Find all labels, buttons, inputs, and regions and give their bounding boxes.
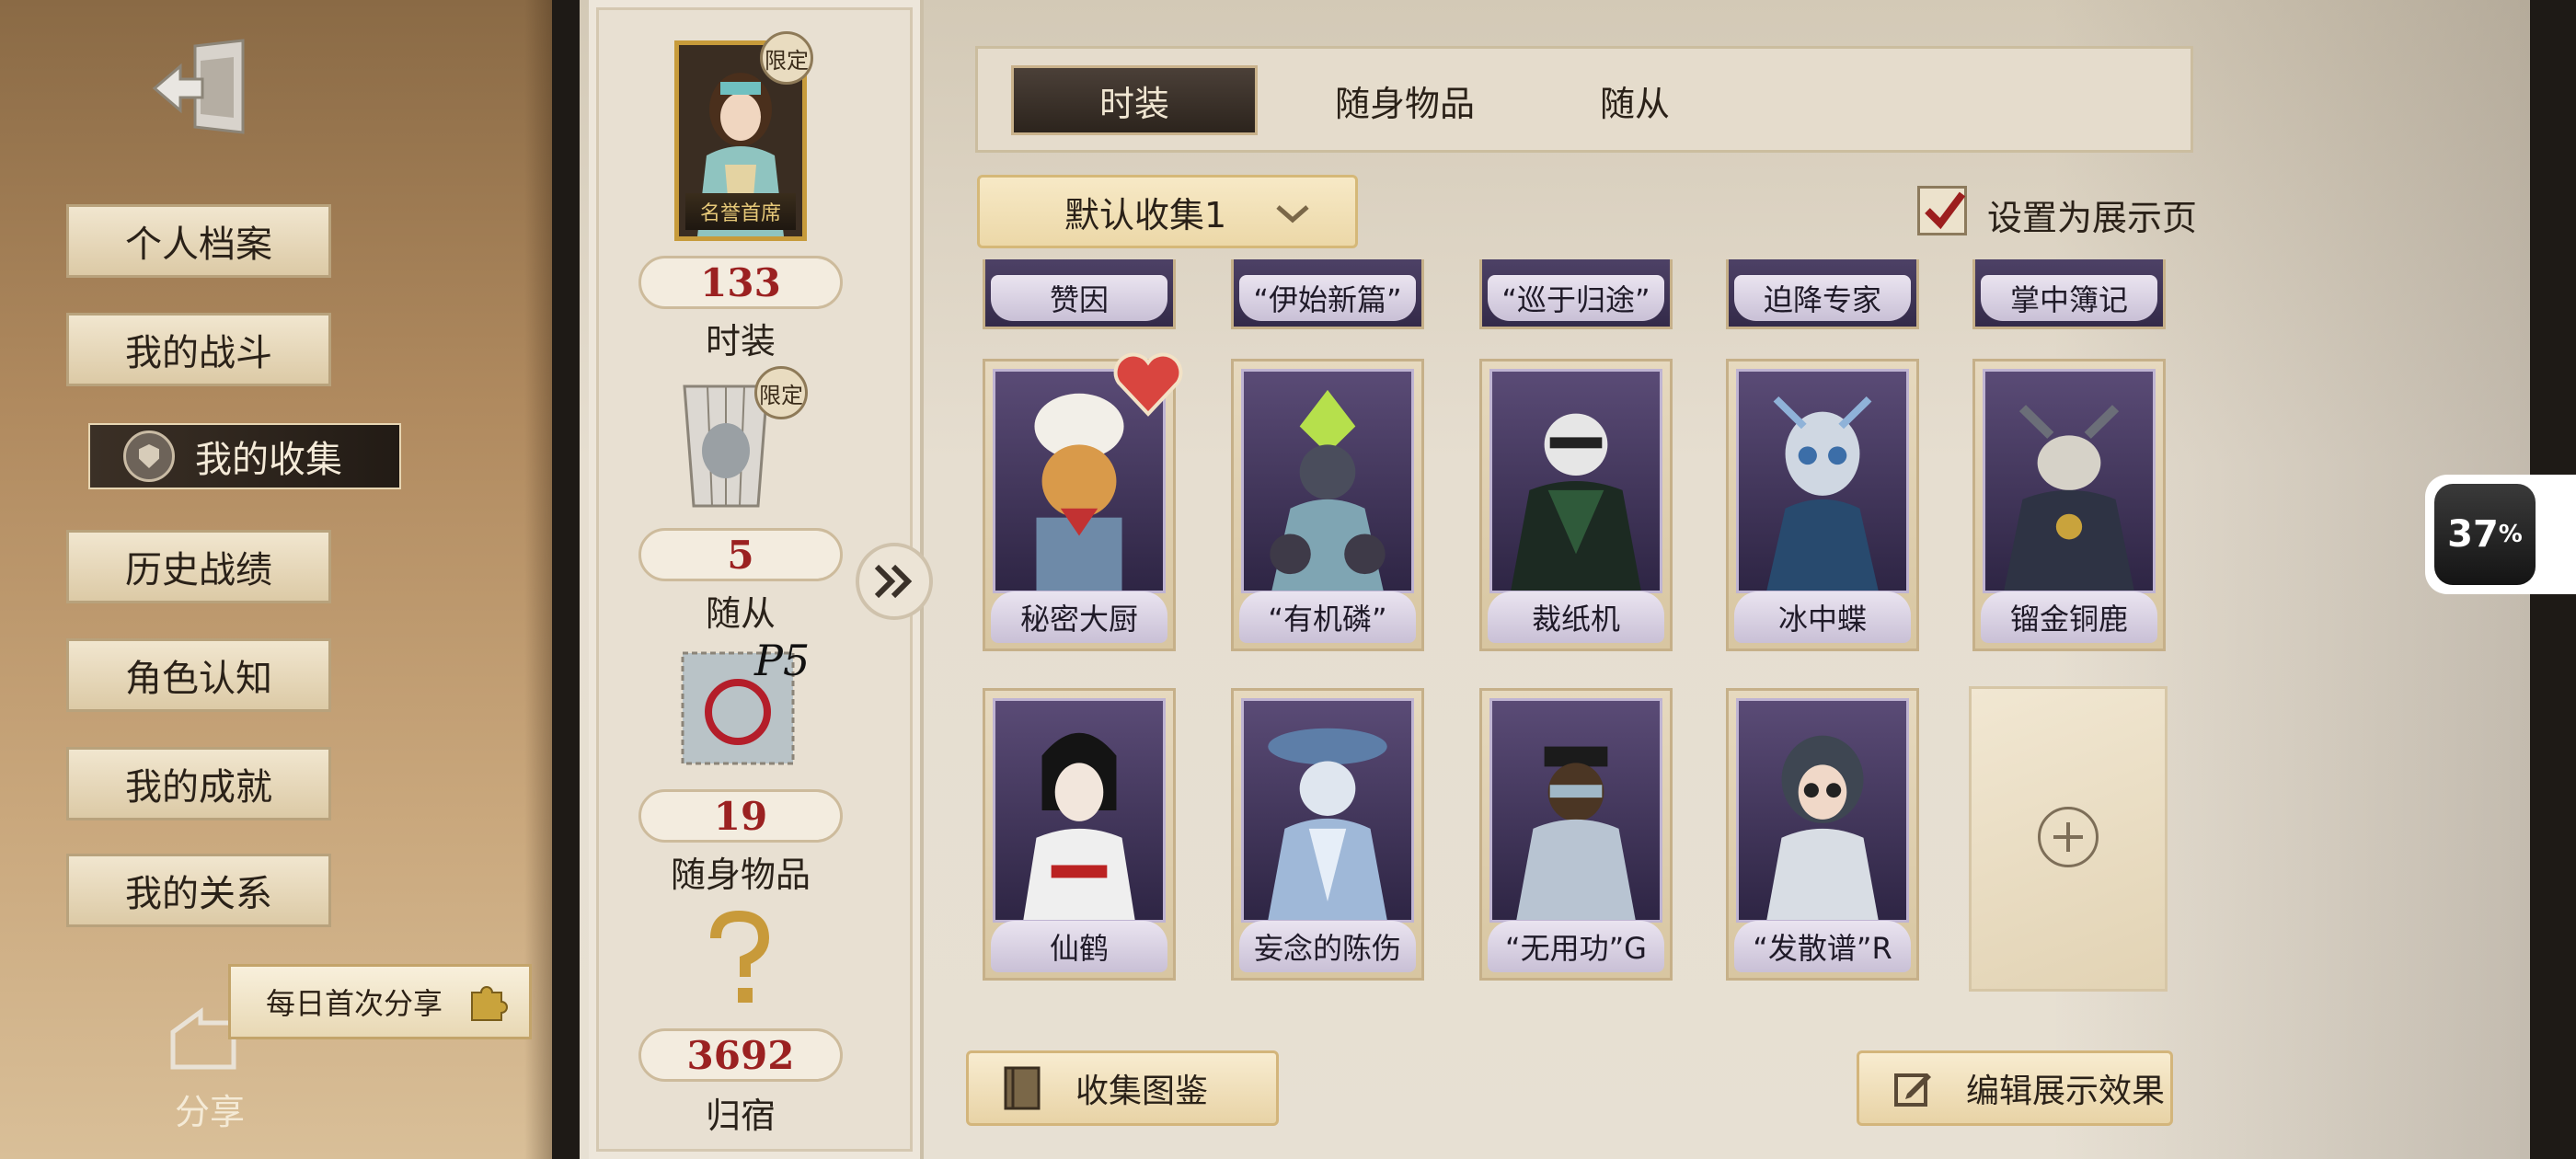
- tab-followers-label: 随从: [1599, 83, 1670, 124]
- costume-card[interactable]: “无用功”G: [1479, 688, 1673, 981]
- menu-relations-label: 我的关系: [125, 873, 272, 915]
- percent-value: 37: [2447, 513, 2499, 556]
- costume-name: “无用功”G: [1488, 921, 1664, 972]
- collection-guide-button[interactable]: 收集图鉴: [966, 1050, 1279, 1126]
- costume-card-partial[interactable]: 赞因: [983, 259, 1176, 329]
- menu-battle[interactable]: 我的战斗: [66, 313, 331, 386]
- floating-percent-widget[interactable]: 37%: [2425, 475, 2576, 594]
- tab-items[interactable]: 随身物品: [1276, 65, 1534, 135]
- costume-art: [1736, 698, 1909, 923]
- costume-name: 掌中簿记: [1981, 275, 2157, 321]
- followers-count: 5: [638, 528, 843, 581]
- costume-name: “有机磷”: [1239, 591, 1416, 643]
- daily-share-text: 每日首次分享: [266, 986, 443, 1021]
- collection-select[interactable]: 默认收集1: [977, 175, 1358, 248]
- tab-costumes[interactable]: 时装: [1011, 65, 1258, 135]
- costume-card[interactable]: 冰中蝶: [1726, 359, 1919, 651]
- costume-name: 冰中蝶: [1734, 591, 1911, 643]
- menu-achievements[interactable]: 我的成就: [66, 747, 331, 820]
- destination-label: 归宿: [705, 1096, 776, 1136]
- items-count: 19: [638, 789, 843, 843]
- tab-followers[interactable]: 随从: [1543, 65, 1727, 135]
- heart-favorite-icon: [1111, 350, 1185, 418]
- costume-art: [993, 698, 1166, 923]
- collection-guide-label: 收集图鉴: [1075, 1073, 1209, 1110]
- costume-name: 镏金铜鹿: [1981, 591, 2157, 643]
- limited-tag-portrait: 限定: [760, 31, 813, 85]
- costume-card-partial[interactable]: “伊始新篇”: [1231, 259, 1424, 329]
- menu-profile[interactable]: 个人档案: [66, 204, 331, 278]
- tab-costumes-label: 时装: [1098, 83, 1169, 124]
- showcase-label: 设置为展示页: [1987, 198, 2198, 238]
- book-icon: [1004, 1066, 1041, 1110]
- costume-card[interactable]: 仙鹤: [983, 688, 1176, 981]
- costume-art: [1489, 698, 1662, 923]
- puzzle-piece-icon: [471, 986, 508, 1021]
- costume-art: [1489, 369, 1662, 593]
- menu-collection-label: 我的收集: [195, 439, 342, 481]
- menu-relations[interactable]: 我的关系: [66, 854, 331, 927]
- menu-character-knowledge-label: 角色认知: [125, 658, 272, 700]
- checkmark-icon: [1925, 191, 1966, 230]
- shield-badge-icon: [123, 430, 175, 482]
- svg-text:P5: P5: [753, 636, 810, 685]
- costumes-count: 133: [638, 256, 843, 309]
- persona5-stamp-icon[interactable]: P5: [677, 635, 834, 773]
- costume-name: 裁纸机: [1488, 591, 1664, 643]
- add-costume-slot[interactable]: [1969, 686, 2168, 992]
- showcase-checkbox[interactable]: [1917, 186, 1967, 235]
- costume-name: 秘密大厨: [991, 591, 1167, 643]
- limited-tag-follower: 限定: [754, 366, 808, 419]
- menu-character-knowledge[interactable]: 角色认知: [66, 638, 331, 712]
- costume-name: “巡于归途”: [1488, 275, 1664, 321]
- portrait-caption: 名誉首席: [685, 193, 796, 230]
- costume-card[interactable]: “发散谱”R: [1726, 688, 1919, 981]
- items-label: 随身物品: [670, 855, 811, 895]
- tab-items-label: 随身物品: [1334, 83, 1475, 124]
- menu-achievements-label: 我的成就: [125, 766, 272, 809]
- costume-art: [1736, 369, 1909, 593]
- costume-name: “伊始新篇”: [1239, 275, 1416, 321]
- edit-display-button[interactable]: 编辑展示效果: [1857, 1050, 2173, 1126]
- percent-badge: 37%: [2434, 484, 2536, 585]
- menu-battle-label: 我的战斗: [125, 332, 272, 374]
- costume-art: [1241, 369, 1414, 593]
- share-label[interactable]: 分享: [175, 1084, 245, 1134]
- costumes-label: 时装: [705, 321, 776, 361]
- menu-history[interactable]: 历史战绩: [66, 530, 331, 603]
- exit-icon[interactable]: [147, 33, 258, 143]
- plus-icon: [2038, 807, 2099, 867]
- costume-card[interactable]: 妄念的陈伤: [1231, 688, 1424, 981]
- costume-card-partial[interactable]: 迫降专家: [1726, 259, 1919, 329]
- followers-label: 随从: [705, 593, 776, 634]
- category-tabbar: 时装 随身物品 随从: [975, 46, 2193, 153]
- edit-display-label: 编辑展示效果: [1966, 1073, 2166, 1110]
- costume-art: [1241, 698, 1414, 923]
- costume-card[interactable]: 裁纸机: [1479, 359, 1673, 651]
- costume-art: [1983, 369, 2156, 593]
- costume-name: 赞因: [991, 275, 1167, 321]
- menu-collection[interactable]: 我的收集: [88, 423, 401, 489]
- daily-share-banner[interactable]: 每日首次分享: [228, 964, 532, 1039]
- collection-select-value: 默认收集1: [1064, 194, 1227, 235]
- costume-name: 仙鹤: [991, 921, 1167, 972]
- costume-name: 妄念的陈伤: [1239, 921, 1416, 972]
- percent-unit: %: [2498, 521, 2523, 548]
- costume-card[interactable]: 镏金铜鹿: [1972, 359, 2166, 651]
- menu-profile-label: 个人档案: [125, 224, 272, 266]
- costume-name: “发散谱”R: [1734, 921, 1911, 972]
- expand-chevron-icon[interactable]: [856, 543, 933, 620]
- costume-card-partial[interactable]: 掌中簿记: [1972, 259, 2166, 329]
- costume-card[interactable]: “有机磷”: [1231, 359, 1424, 651]
- menu-history-label: 历史战绩: [125, 549, 272, 591]
- question-mark-icon[interactable]: [697, 910, 780, 1012]
- edit-icon: [1894, 1073, 1931, 1107]
- chevron-down-icon: [1276, 205, 1309, 224]
- destination-count: 3692: [638, 1028, 843, 1082]
- costume-card-partial[interactable]: “巡于归途”: [1479, 259, 1673, 329]
- costume-name: 迫降专家: [1734, 275, 1911, 321]
